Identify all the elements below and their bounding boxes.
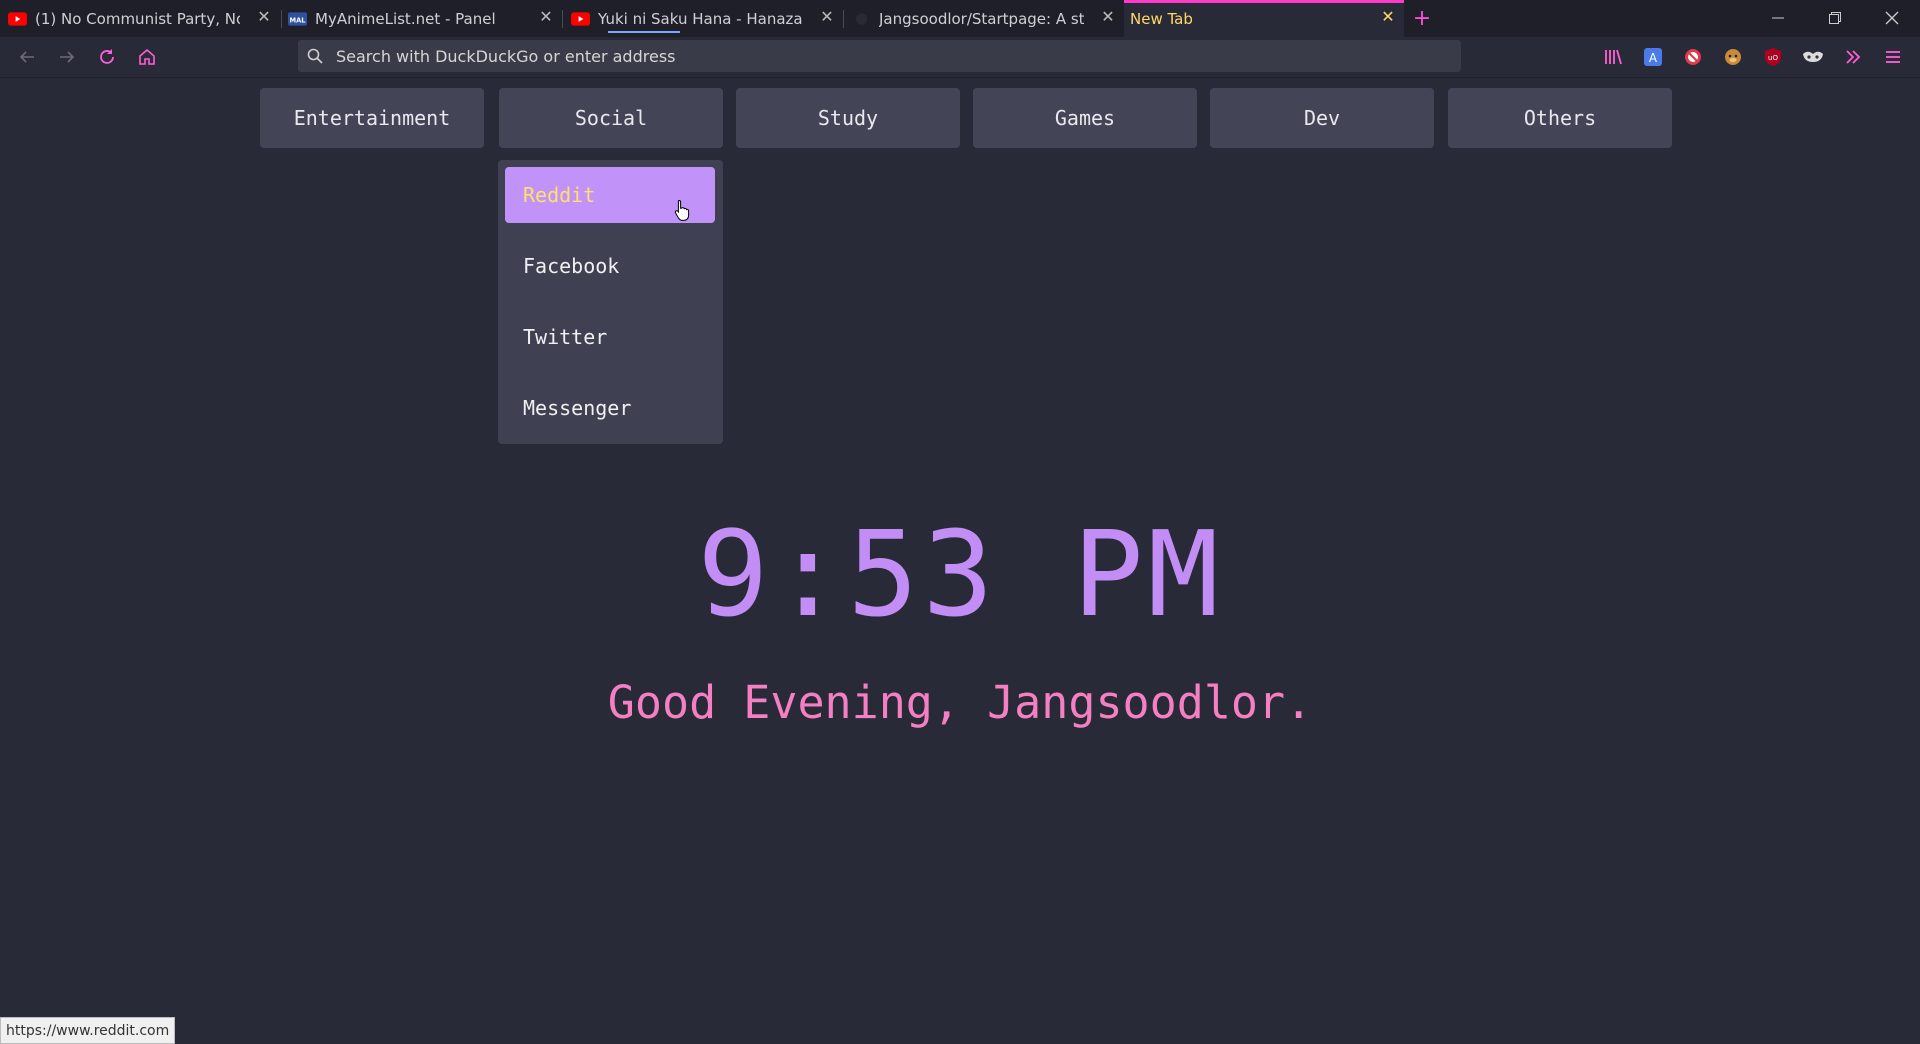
github-icon (855, 12, 868, 25)
link-facebook[interactable]: Facebook (505, 238, 715, 294)
close-tab-icon[interactable]: ✕ (1380, 9, 1396, 25)
svg-text:MAL: MAL (290, 16, 307, 24)
navigation-bar: A uO (0, 37, 1920, 78)
back-arrow-icon (19, 51, 34, 63)
category-games[interactable]: Games (973, 88, 1197, 148)
mask-extension[interactable] (1801, 45, 1825, 69)
blocker-extension[interactable] (1681, 45, 1705, 69)
address-bar[interactable] (298, 40, 1461, 72)
tab-strip: (1) No Communist Party, No New ✕ MAL MyA… (0, 0, 1920, 37)
library-button[interactable] (1601, 45, 1625, 69)
clock: 9:53 PM (697, 505, 1223, 643)
close-tab-icon[interactable]: ✕ (538, 9, 554, 25)
new-tab-button[interactable]: + (1410, 6, 1434, 31)
close-tab-icon[interactable]: ✕ (1100, 9, 1116, 25)
status-url: https://www.reddit.com (0, 1017, 176, 1044)
translate-icon: A (1644, 48, 1662, 66)
restore-icon (1829, 12, 1841, 24)
tab-2[interactable]: MAL MyAnimeList.net - Panel ✕ (282, 0, 562, 37)
address-input[interactable] (334, 45, 1438, 67)
tab-title: (1) No Communist Party, No New (35, 9, 240, 28)
reload-icon (100, 49, 114, 64)
tab-title: MyAnimeList.net - Panel (315, 9, 496, 28)
tab-title: Yuki ni Saku Hana - Hanazawa K (598, 9, 803, 28)
forward-arrow-icon (60, 51, 75, 63)
back-button[interactable] (15, 45, 39, 69)
shield-block-icon (1685, 49, 1701, 65)
translate-extension[interactable]: A (1641, 45, 1665, 69)
ublock-extension[interactable]: uO (1761, 45, 1785, 69)
monkey-face-icon (1725, 49, 1741, 65)
minimize-icon (1772, 17, 1784, 19)
tab-1[interactable]: (1) No Communist Party, No New ✕ (0, 0, 280, 37)
minimize-button[interactable] (1766, 6, 1790, 30)
category-study[interactable]: Study (736, 88, 960, 148)
link-messenger[interactable]: Messenger (505, 380, 715, 436)
youtube-icon (8, 11, 27, 26)
menu-button[interactable] (1881, 45, 1905, 69)
svg-text:uO: uO (1768, 54, 1778, 62)
tab-title: Jangsoodlor/Startpage: A startp (879, 9, 1084, 28)
restore-button[interactable] (1823, 6, 1847, 30)
active-tab-indicator (1124, 0, 1404, 3)
tab-4[interactable]: Jangsoodlor/Startpage: A startp ✕ (844, 0, 1124, 37)
category-social[interactable]: Social (499, 88, 723, 148)
hand-cursor-icon (674, 199, 690, 221)
double-chevron-icon (1846, 50, 1861, 64)
hamburger-menu-icon (1886, 51, 1900, 63)
tab-5[interactable]: New Tab ✕ (1124, 0, 1404, 37)
category-dev[interactable]: Dev (1210, 88, 1434, 148)
playing-indicator (608, 31, 680, 33)
svg-text:A: A (1649, 51, 1658, 65)
overflow-button[interactable] (1841, 45, 1865, 69)
home-icon (139, 48, 155, 65)
greeting: Good Evening, Jangsoodlor. (607, 676, 1313, 729)
reload-button[interactable] (95, 45, 119, 69)
forward-button[interactable] (55, 45, 79, 69)
link-twitter[interactable]: Twitter (505, 309, 715, 365)
library-icon (1605, 49, 1622, 65)
category-others[interactable]: Others (1448, 88, 1672, 148)
category-entertainment[interactable]: Entertainment (260, 88, 484, 148)
home-button[interactable] (135, 45, 159, 69)
close-tab-icon[interactable]: ✕ (256, 9, 272, 25)
ublock-icon: uO (1765, 48, 1781, 66)
youtube-icon (571, 11, 590, 26)
close-window-button[interactable] (1880, 6, 1904, 30)
monkey-extension[interactable] (1721, 45, 1745, 69)
search-icon (307, 48, 323, 64)
myanimelist-icon: MAL (288, 11, 307, 26)
mask-icon (1803, 51, 1823, 62)
tab-title: New Tab (1130, 9, 1193, 28)
close-icon (1885, 11, 1899, 25)
tab-3[interactable]: Yuki ni Saku Hana - Hanazawa K ✕ (563, 0, 843, 37)
close-tab-icon[interactable]: ✕ (819, 9, 835, 25)
